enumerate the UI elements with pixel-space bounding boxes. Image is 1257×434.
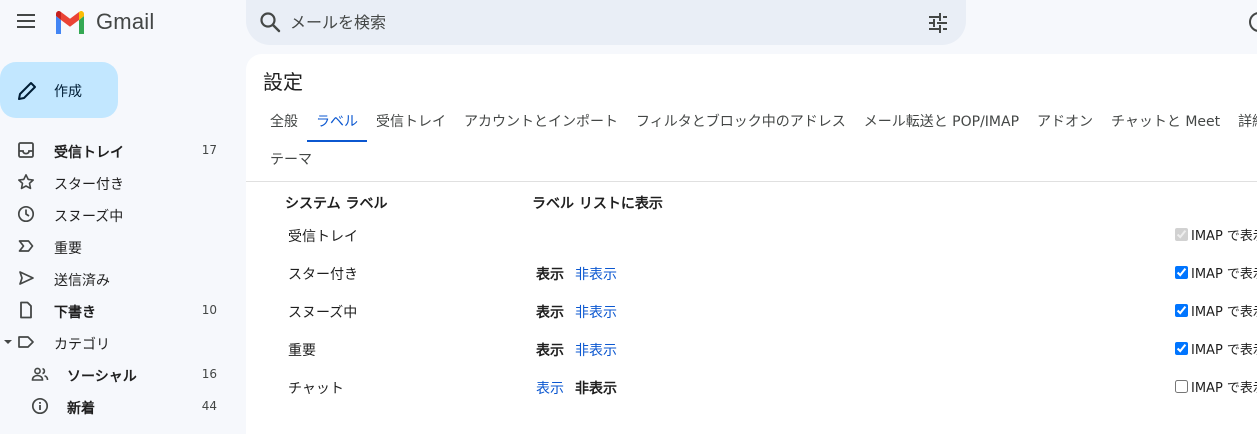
imap-checkbox[interactable]: [1175, 265, 1188, 279]
imap-toggle[interactable]: IMAP で表示: [1175, 376, 1257, 396]
sidebar-item-drafts[interactable]: 下書き 10: [0, 294, 230, 326]
people-icon: [31, 365, 49, 383]
sidebar-item-updates[interactable]: 新着 44: [0, 390, 230, 422]
tab-addons[interactable]: アドオン: [1028, 106, 1102, 142]
help-icon[interactable]: [1248, 11, 1257, 33]
compose-button[interactable]: 作成: [0, 62, 118, 118]
sidebar-item-sent[interactable]: 送信済み: [0, 262, 230, 294]
chevron-down-icon[interactable]: [4, 340, 12, 344]
imap-toggle: IMAP で表示: [1175, 224, 1257, 244]
inbox-icon: [17, 141, 35, 159]
show-link[interactable]: 表示: [536, 378, 564, 398]
hide-link[interactable]: 非表示: [575, 340, 617, 360]
sidebar-item-label: 重要: [54, 241, 82, 257]
label-name: 重要: [288, 343, 316, 359]
gmail-logo-icon[interactable]: [54, 10, 86, 34]
imap-label: IMAP で表示: [1191, 304, 1257, 320]
settings-tabs: 全般 ラベル 受信トレイ アカウントとインポート フィルタとブロック中のアドレス…: [261, 106, 1257, 142]
unread-count: 44: [201, 399, 217, 413]
star-icon: [17, 173, 35, 191]
sidebar-item-starred[interactable]: スター付き: [0, 166, 230, 198]
search-icon[interactable]: [259, 11, 281, 33]
unread-count: 17: [201, 143, 217, 157]
tab-advanced[interactable]: 詳細: [1229, 106, 1257, 142]
imap-checkbox: [1175, 227, 1188, 241]
hide-link[interactable]: 非表示: [575, 264, 617, 284]
sidebar-item-label: スヌーズ中: [54, 209, 124, 225]
imap-toggle[interactable]: IMAP で表示: [1175, 300, 1257, 320]
tab-labels[interactable]: ラベル: [307, 106, 367, 142]
show-option[interactable]: 表示: [536, 302, 564, 322]
label-row-snoozed: スヌーズ中 表示 非表示 IMAP で表示: [246, 292, 1257, 330]
imap-toggle[interactable]: IMAP で表示: [1175, 338, 1257, 358]
draft-icon: [17, 301, 35, 319]
label-row-starred: スター付き 表示 非表示 IMAP で表示: [246, 254, 1257, 292]
send-icon: [17, 269, 35, 287]
imap-checkbox[interactable]: [1175, 341, 1188, 355]
hide-option[interactable]: 非表示: [575, 378, 617, 398]
imap-toggle[interactable]: IMAP で表示: [1175, 262, 1257, 282]
tab-chat-meet[interactable]: チャットと Meet: [1102, 106, 1229, 142]
tab-filters-blocked[interactable]: フィルタとブロック中のアドレス: [627, 106, 855, 142]
show-option[interactable]: 表示: [536, 340, 564, 360]
tab-forwarding-pop-imap[interactable]: メール転送と POP/IMAP: [855, 106, 1028, 142]
sidebar-item-label: 受信トレイ: [54, 145, 124, 161]
imap-label: IMAP で表示: [1191, 266, 1257, 282]
column-header-show-in-list: ラベル リストに表示: [532, 196, 663, 212]
imap-label: IMAP で表示: [1191, 342, 1257, 358]
sidebar-item-inbox[interactable]: 受信トレイ 17: [0, 134, 230, 166]
imap-label: IMAP で表示: [1191, 380, 1257, 396]
sidebar-item-snoozed[interactable]: スヌーズ中: [0, 198, 230, 230]
sidebar-item-label: ソーシャル: [67, 369, 137, 385]
app-name: Gmail: [96, 9, 155, 34]
search-options-icon[interactable]: [926, 11, 950, 35]
draft-count: 10: [201, 303, 217, 317]
label-name: スター付き: [288, 267, 358, 283]
tab-themes[interactable]: テーマ: [261, 149, 321, 169]
label-row-inbox: 受信トレイ IMAP で表示: [246, 216, 1257, 254]
sidebar-item-important[interactable]: 重要: [0, 230, 230, 262]
label-row-important: 重要 表示 非表示 IMAP で表示: [246, 330, 1257, 368]
tab-general[interactable]: 全般: [261, 106, 307, 142]
sidebar-item-label: 下書き: [54, 305, 96, 321]
label-name: スヌーズ中: [288, 305, 358, 321]
search-bar[interactable]: [246, 0, 966, 45]
sidebar-item-categories[interactable]: カテゴリ: [0, 326, 230, 358]
label-name: チャット: [288, 381, 344, 397]
search-input[interactable]: [290, 8, 890, 36]
tabs-divider: [246, 181, 1257, 182]
unread-count: 16: [201, 367, 217, 381]
main-menu-button[interactable]: [14, 9, 38, 33]
sidebar-item-label: カテゴリ: [54, 337, 110, 353]
info-icon: [31, 397, 49, 415]
sidebar-item-label: 送信済み: [54, 273, 110, 289]
compose-label: 作成: [54, 84, 82, 100]
tab-accounts-import[interactable]: アカウントとインポート: [455, 106, 627, 142]
clock-icon: [17, 205, 35, 223]
settings-panel: 設定 全般 ラベル 受信トレイ アカウントとインポート フィルタとブロック中のア…: [246, 54, 1257, 434]
column-header-system-labels: システム ラベル: [285, 196, 388, 212]
important-icon: [17, 237, 35, 255]
sidebar-item-social[interactable]: ソーシャル 16: [0, 358, 230, 390]
label-name: 受信トレイ: [288, 229, 358, 245]
hide-link[interactable]: 非表示: [575, 302, 617, 322]
pencil-icon: [16, 80, 38, 102]
label-icon: [17, 333, 35, 351]
sidebar-item-label: スター付き: [54, 177, 124, 193]
imap-checkbox[interactable]: [1175, 379, 1188, 393]
show-option[interactable]: 表示: [536, 264, 564, 284]
sidebar-item-label: 新着: [67, 401, 95, 417]
imap-checkbox[interactable]: [1175, 303, 1188, 317]
tab-inbox[interactable]: 受信トレイ: [367, 106, 455, 142]
page-title: 設定: [263, 70, 303, 94]
label-row-chat: チャット 表示 非表示 IMAP で表示: [246, 368, 1257, 406]
imap-label: IMAP で表示: [1191, 228, 1257, 244]
